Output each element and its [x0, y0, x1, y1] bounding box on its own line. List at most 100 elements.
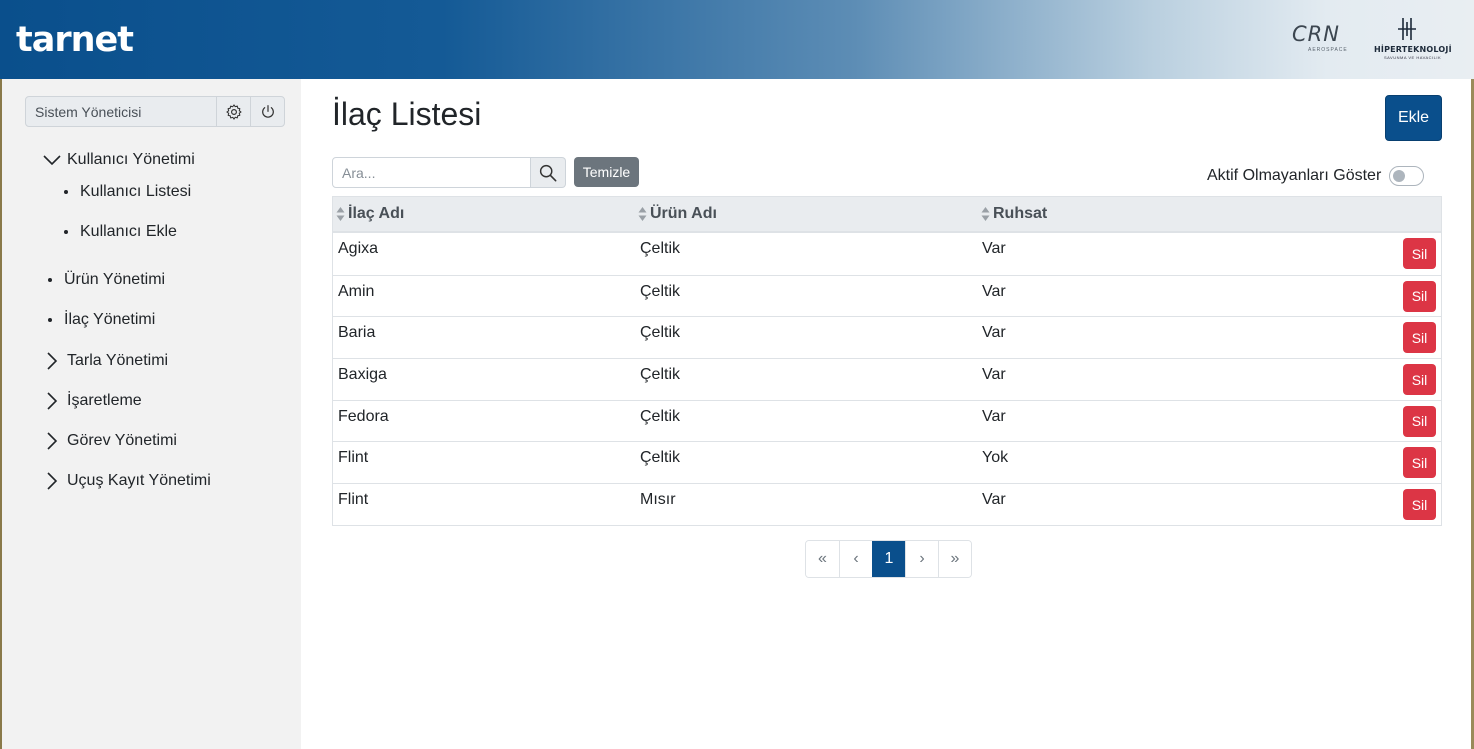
- chevron-down-icon: [42, 150, 62, 170]
- search-group: [332, 157, 566, 188]
- sidebar-item-tarla-yonetimi[interactable]: Tarla Yönetimi: [42, 351, 168, 371]
- delete-button[interactable]: Sil: [1403, 364, 1436, 396]
- user-name: Sistem Yöneticisi: [35, 104, 142, 120]
- sort-icon: [638, 207, 647, 221]
- user-box: Sistem Yöneticisi: [25, 96, 285, 127]
- hiperteknoloji-logo: HİPERTEKNOLOJİ SAVUNMA VE HAVACILIK: [1370, 18, 1452, 62]
- inactive-toggle-group: Aktif Olmayanları Göster: [1207, 166, 1425, 186]
- delete-button[interactable]: Sil: [1403, 447, 1436, 479]
- hiperteknoloji-mark-icon: [1398, 18, 1416, 40]
- cell-ilac-adi: Flint: [338, 449, 369, 467]
- search-icon: [539, 164, 557, 181]
- gear-icon: [225, 103, 242, 120]
- sidebar-item-ucus-kayit-yonetimi[interactable]: Uçuş Kayıt Yönetimi: [42, 471, 211, 491]
- tarnet-logo[interactable]: tarnet: [16, 20, 134, 60]
- show-inactive-toggle[interactable]: [1389, 166, 1425, 186]
- cell-ruhsat: Var: [982, 324, 1006, 342]
- sidebar-item-label: İlaç Yönetimi: [64, 311, 156, 328]
- delete-button[interactable]: Sil: [1403, 489, 1436, 521]
- search-button[interactable]: [531, 157, 566, 188]
- table-row: Flint Çeltik Yok Sil: [333, 441, 1441, 484]
- table-row: Amin Çeltik Var Sil: [333, 274, 1441, 317]
- toggle-label: Aktif Olmayanları Göster: [1207, 167, 1382, 184]
- toggle-knob: [1393, 170, 1406, 182]
- table-header: İlaç Adı Ürün Adı Ruhsat: [333, 197, 1441, 233]
- cell-ruhsat: Var: [982, 282, 1006, 300]
- bullet-icon: [48, 278, 52, 282]
- cell-ruhsat: Yok: [982, 449, 1009, 467]
- cell-urun-adi: Çeltik: [640, 324, 681, 342]
- column-header-ruhsat[interactable]: Ruhsat: [981, 197, 1047, 231]
- page-last-button[interactable]: »: [938, 541, 971, 577]
- sidebar-item-kullanici-yonetimi[interactable]: Kullanıcı Yönetimi: [42, 150, 195, 170]
- sidebar-item-kullanici-listesi[interactable]: Kullanıcı Listesi: [64, 183, 191, 201]
- sidebar-item-gorev-yonetimi[interactable]: Görev Yönetimi: [42, 431, 177, 451]
- sidebar-item-label: İşaretleme: [67, 392, 142, 409]
- cell-urun-adi: Çeltik: [640, 366, 681, 384]
- pagination: « ‹ 1 › »: [805, 540, 972, 578]
- column-header-urun-adi[interactable]: Ürün Adı: [638, 197, 717, 231]
- page-title: İlaç Listesi: [332, 96, 482, 132]
- cell-ilac-adi: Amin: [338, 282, 375, 300]
- sidebar-item-label: Tarla Yönetimi: [67, 352, 169, 369]
- table-row: Flint Mısır Var Sil: [333, 483, 1441, 525]
- settings-button[interactable]: [216, 97, 250, 126]
- sidebar-item-isaretleme[interactable]: İşaretleme: [42, 391, 142, 411]
- chevron-right-icon: [42, 431, 62, 451]
- add-button[interactable]: Ekle: [1385, 95, 1442, 141]
- sidebar-item-label: Kullanıcı Yönetimi: [67, 151, 195, 168]
- delete-button[interactable]: Sil: [1403, 280, 1436, 312]
- cell-ruhsat: Var: [982, 407, 1006, 425]
- sidebar-item-label: Ürün Yönetimi: [64, 271, 166, 288]
- cell-ilac-adi: Baxiga: [338, 366, 387, 384]
- cell-urun-adi: Çeltik: [640, 240, 681, 257]
- cell-ruhsat: Var: [982, 240, 1006, 257]
- drug-table: İlaç Adı Ürün Adı Ruhsat Agixa Çeltik Va…: [332, 196, 1442, 526]
- page-next-button[interactable]: ›: [905, 541, 938, 577]
- power-icon: [261, 104, 274, 118]
- page-prev-button[interactable]: ‹: [839, 541, 872, 577]
- cell-ruhsat: Var: [982, 491, 1006, 509]
- table-row: Agixa Çeltik Var Sil: [333, 233, 1441, 275]
- table-body: Agixa Çeltik Var Sil Amin Çeltik Var Sil…: [333, 233, 1441, 525]
- bullet-icon: [64, 190, 68, 194]
- chevron-right-icon: [42, 471, 62, 491]
- delete-button[interactable]: Sil: [1403, 238, 1436, 269]
- delete-button[interactable]: Sil: [1403, 322, 1436, 354]
- sidebar-item-label: Görev Yönetimi: [67, 432, 177, 449]
- chevron-right-icon: [42, 391, 62, 411]
- delete-button[interactable]: Sil: [1403, 405, 1436, 437]
- cell-urun-adi: Çeltik: [640, 282, 681, 300]
- sidebar-item-label: Kullanıcı Ekle: [80, 223, 177, 240]
- sidebar-item-ilac-yonetimi[interactable]: İlaç Yönetimi: [48, 311, 155, 329]
- cell-urun-adi: Çeltik: [640, 449, 681, 467]
- sidebar-item-urun-yonetimi[interactable]: Ürün Yönetimi: [48, 271, 165, 289]
- bullet-icon: [64, 230, 68, 234]
- table-row: Baxiga Çeltik Var Sil: [333, 358, 1441, 400]
- sidebar-item-kullanici-ekle[interactable]: Kullanıcı Ekle: [64, 223, 177, 241]
- logout-button[interactable]: [250, 97, 284, 126]
- cell-ilac-adi: Flint: [338, 491, 369, 509]
- top-header: tarnet CRN AEROSPACE HİPERTEKNOLOJİ SAVU…: [0, 0, 1474, 79]
- cell-ilac-adi: Baria: [338, 324, 376, 342]
- cell-urun-adi: Mısır: [640, 491, 676, 509]
- search-input[interactable]: [332, 157, 531, 188]
- table-row: Baria Çeltik Var Sil: [333, 316, 1441, 359]
- chevron-right-icon: [42, 351, 62, 371]
- sidebar-item-label: Uçuş Kayıt Yönetimi: [67, 472, 211, 489]
- page-current-button[interactable]: 1: [872, 541, 905, 577]
- cell-ilac-adi: Agixa: [338, 240, 379, 257]
- sidebar-item-label: Kullanıcı Listesi: [80, 183, 192, 200]
- sort-icon: [336, 207, 345, 221]
- cell-ruhsat: Var: [982, 366, 1006, 384]
- page-first-button[interactable]: «: [806, 541, 839, 577]
- table-row: Fedora Çeltik Var Sil: [333, 399, 1441, 442]
- cell-ilac-adi: Fedora: [338, 407, 389, 425]
- bullet-icon: [48, 318, 52, 322]
- column-header-ilac-adi[interactable]: İlaç Adı: [336, 197, 404, 231]
- sort-icon: [981, 207, 990, 221]
- sidebar: Sistem Yöneticisi Kullanıcı Yönetimi Kul…: [2, 79, 301, 749]
- crn-aerospace-logo: CRN AEROSPACE: [1292, 22, 1348, 53]
- cell-urun-adi: Çeltik: [640, 407, 681, 425]
- clear-button[interactable]: Temizle: [574, 157, 639, 187]
